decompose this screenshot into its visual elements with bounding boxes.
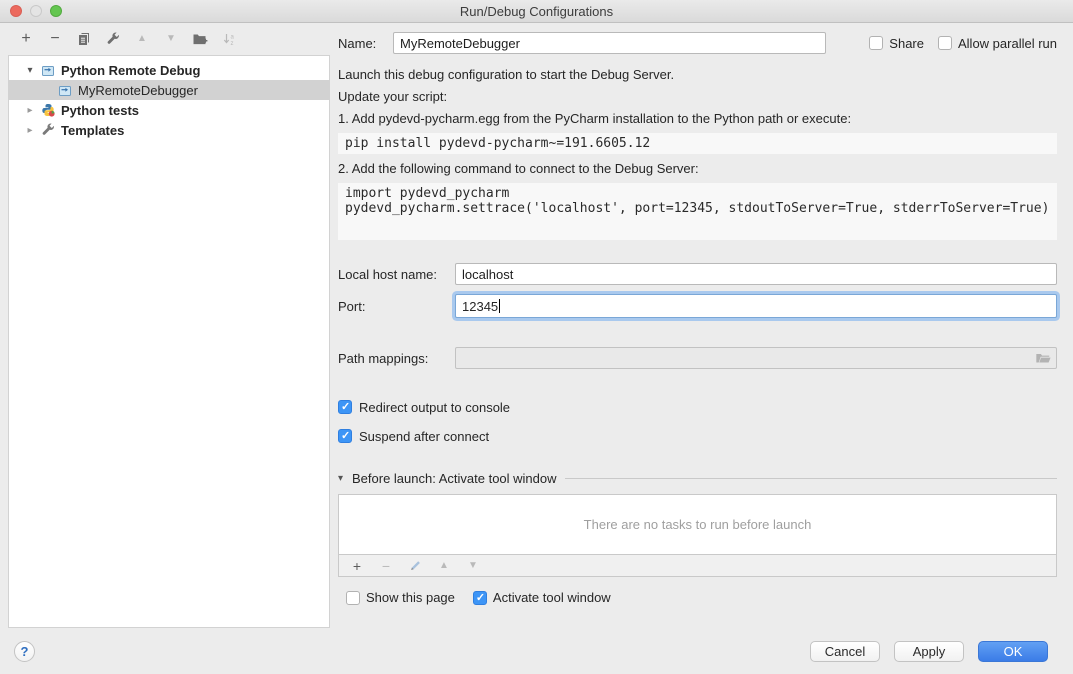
settrace-code: import pydevd_pycharm pydevd_pycharm.set… [338,183,1057,240]
remote-debug-icon [57,82,73,98]
chevron-right-icon[interactable]: ▸ [25,125,35,136]
wrench-icon [40,122,56,138]
activate-tool-window-checkbox[interactable] [473,591,487,605]
apply-button[interactable]: Apply [894,641,964,662]
redirect-output-checkbox-item[interactable]: Redirect output to console [338,399,1057,415]
tree-item-label: Templates [61,123,124,138]
help-question-icon: ? [21,644,29,659]
remote-debug-icon [40,62,56,78]
cancel-button[interactable]: Cancel [810,641,880,662]
local-host-name-input[interactable] [455,263,1057,285]
show-this-page-checkbox[interactable] [346,591,360,605]
before-launch-tasks-list[interactable]: There are no tasks to run before launch [338,494,1057,555]
share-checkbox-item[interactable]: Share [869,36,924,51]
zoom-icon[interactable] [50,5,62,17]
browse-folder-icon[interactable] [1035,350,1051,366]
tree-item-myremotedebugger[interactable]: MyRemoteDebugger [9,80,329,100]
step2-text: 2. Add the following command to connect … [338,161,1057,177]
settrace-code-line1: import pydevd_pycharm [345,186,1050,201]
before-launch-title: Before launch: Activate tool window [352,471,557,486]
move-down-icon[interactable]: ▼ [163,31,179,47]
local-host-name-label: Local host name: [338,267,455,282]
tree-item-templates[interactable]: ▸ Templates [9,120,329,140]
svg-text:a: a [230,35,234,41]
sidebar-toolbar: + − ▲ ▼ az [0,23,330,55]
port-label: Port: [338,299,455,314]
remove-task-icon[interactable]: − [378,558,394,574]
path-mappings-input[interactable] [455,347,1057,369]
description-block: Launch this debug configuration to start… [338,67,1057,240]
tree-item-label: MyRemoteDebugger [78,83,198,98]
ok-button[interactable]: OK [978,641,1048,662]
sort-configurations-icon[interactable]: az [221,31,237,47]
add-configuration-icon[interactable]: + [18,31,34,47]
redirect-output-label: Redirect output to console [359,400,510,415]
new-folder-icon[interactable] [192,31,208,47]
configurations-tree: ▾ Python Remote Debug MyRemoteDebugger ▸ [8,55,330,628]
remove-configuration-icon[interactable]: − [47,31,63,47]
description-line: Launch this debug configuration to start… [338,67,1057,83]
title-bar[interactable]: Run/Debug Configurations [0,0,1073,23]
move-up-icon[interactable]: ▲ [134,31,150,47]
show-this-page-label: Show this page [366,590,455,605]
collapse-section-icon[interactable]: ▾ [338,473,352,484]
help-button[interactable]: ? [14,641,35,662]
tree-item-label: Python Remote Debug [61,63,200,78]
activate-tool-window-label: Activate tool window [493,590,611,605]
tree-item-label: Python tests [61,103,139,118]
move-task-up-icon[interactable]: ▲ [436,558,452,574]
add-task-icon[interactable]: + [349,558,365,574]
path-mappings-label: Path mappings: [338,351,455,366]
share-label: Share [889,36,924,51]
configurations-sidebar: + − ▲ ▼ az ▾ [0,23,330,628]
text-cursor [499,299,500,313]
name-input[interactable] [393,32,826,54]
section-divider [565,478,1057,479]
minimize-icon [30,5,42,17]
activate-tool-window-checkbox-item[interactable]: Activate tool window [473,590,611,605]
share-checkbox[interactable] [869,36,883,50]
close-icon[interactable] [10,5,22,17]
name-label: Name: [338,36,393,51]
port-value: 12345 [462,299,498,314]
redirect-output-checkbox[interactable] [338,400,352,414]
step1-text: 1. Add pydevd-pycharm.egg from the PyCha… [338,111,1057,127]
pip-install-code: pip install pydevd-pycharm~=191.6605.12 [338,133,1057,154]
suspend-after-connect-checkbox[interactable] [338,429,352,443]
svg-text:z: z [230,41,233,46]
python-icon [40,102,56,118]
tasks-toolbar: + − ▲ ▼ [338,555,1057,577]
edit-task-pencil-icon[interactable] [407,558,423,574]
edit-templates-wrench-icon[interactable] [105,31,121,47]
empty-tasks-message: There are no tasks to run before launch [584,517,812,532]
tree-item-python-remote-debug[interactable]: ▾ Python Remote Debug [9,60,329,80]
allow-parallel-run-label: Allow parallel run [958,36,1057,51]
configuration-editor: Name: Share Allow parallel run Launch th… [330,23,1073,628]
move-task-down-icon[interactable]: ▼ [465,558,481,574]
allow-parallel-run-checkbox[interactable] [938,36,952,50]
chevron-right-icon[interactable]: ▸ [25,105,35,116]
show-this-page-checkbox-item[interactable]: Show this page [346,590,455,605]
description-line: Update your script: [338,89,1057,105]
copy-configuration-icon[interactable] [76,31,92,47]
traffic-lights [10,5,62,17]
settrace-code-line2: pydevd_pycharm.settrace('localhost', por… [345,201,1050,216]
window-title: Run/Debug Configurations [460,4,613,19]
chevron-down-icon[interactable]: ▾ [25,65,35,76]
suspend-after-connect-label: Suspend after connect [359,429,489,444]
suspend-after-connect-checkbox-item[interactable]: Suspend after connect [338,428,1057,444]
port-input[interactable]: 12345 [455,294,1057,318]
before-launch-header[interactable]: ▾ Before launch: Activate tool window [338,471,1057,486]
run-debug-configurations-dialog: Run/Debug Configurations + − ▲ ▼ az [0,0,1073,674]
allow-parallel-run-checkbox-item[interactable]: Allow parallel run [938,36,1057,51]
tree-item-python-tests[interactable]: ▸ Python tests [9,100,329,120]
dialog-footer: ? Cancel Apply OK [0,628,1073,674]
